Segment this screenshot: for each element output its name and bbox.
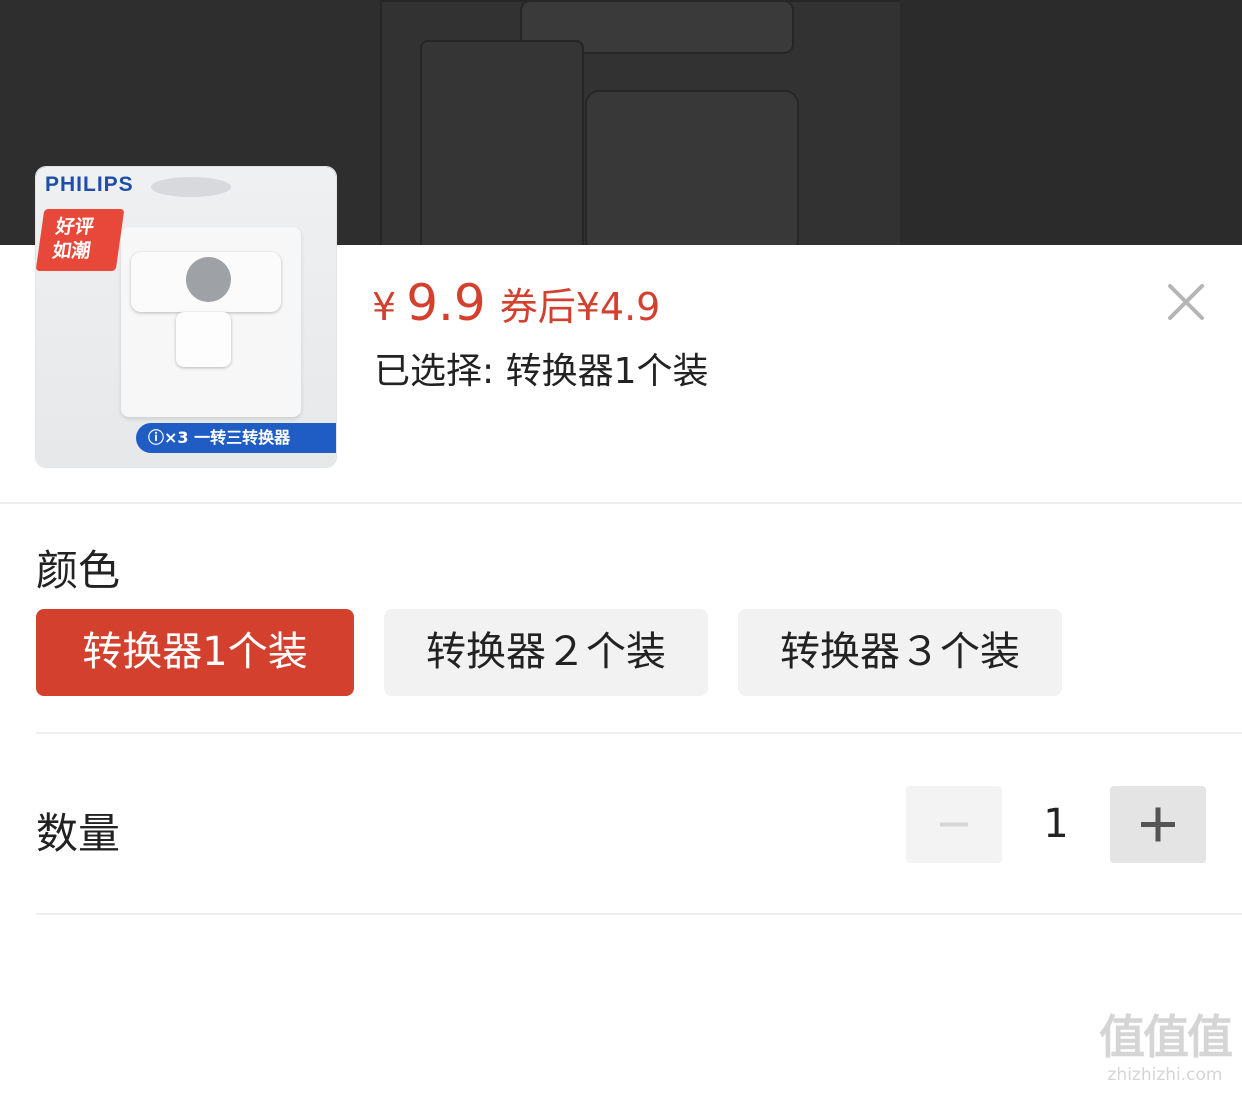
backdrop-charger [585, 90, 799, 245]
divider [36, 913, 1242, 915]
plug-image [186, 257, 231, 302]
rating-badge: 好评 如潮 [36, 209, 125, 271]
brand-logo: PHILIPS [45, 173, 134, 196]
divider [36, 732, 1242, 734]
close-icon [1168, 284, 1204, 320]
minus-icon [940, 822, 968, 827]
quantity-decrease-button[interactable] [906, 786, 1002, 863]
quantity-section-title: 数量 [36, 809, 121, 858]
currency-symbol: ¥ [372, 285, 397, 329]
option-2-pack[interactable]: 转换器２个装 [384, 609, 708, 696]
close-button[interactable] [1162, 278, 1210, 326]
watermark-logo: 值值值 [1099, 1010, 1233, 1064]
light-decoration [151, 177, 231, 197]
quantity-value[interactable]: 1 [1020, 786, 1092, 863]
coupon-price: 券后¥4.9 [499, 285, 661, 329]
option-1-pack[interactable]: 转换器1个装 [36, 609, 354, 696]
backdrop-panel-right [900, 0, 1242, 245]
plus-icon [1141, 807, 1175, 842]
price-row: ¥ 9.9 券后¥4.9 [372, 274, 660, 334]
option-3-pack[interactable]: 转换器３个装 [738, 609, 1062, 696]
divider [0, 502, 1242, 504]
selected-sku-label: 已选择: 转换器1个装 [374, 351, 709, 392]
color-section-title: 颜色 [36, 546, 121, 595]
quantity-increase-button[interactable] [1110, 786, 1206, 863]
product-banner: ⓘ×3 一转三转换器 [136, 423, 336, 453]
price-value: 9.9 [406, 274, 486, 332]
product-thumbnail[interactable]: PHILIPS 好评 如潮 ⓘ×3 一转三转换器 [36, 167, 336, 467]
watermark-site: zhizhizhi.com [1107, 1065, 1223, 1085]
backdrop-socket [420, 40, 584, 245]
watermark: 值值值 zhizhizhi.com [1090, 1010, 1240, 1086]
charger-image [176, 312, 231, 367]
